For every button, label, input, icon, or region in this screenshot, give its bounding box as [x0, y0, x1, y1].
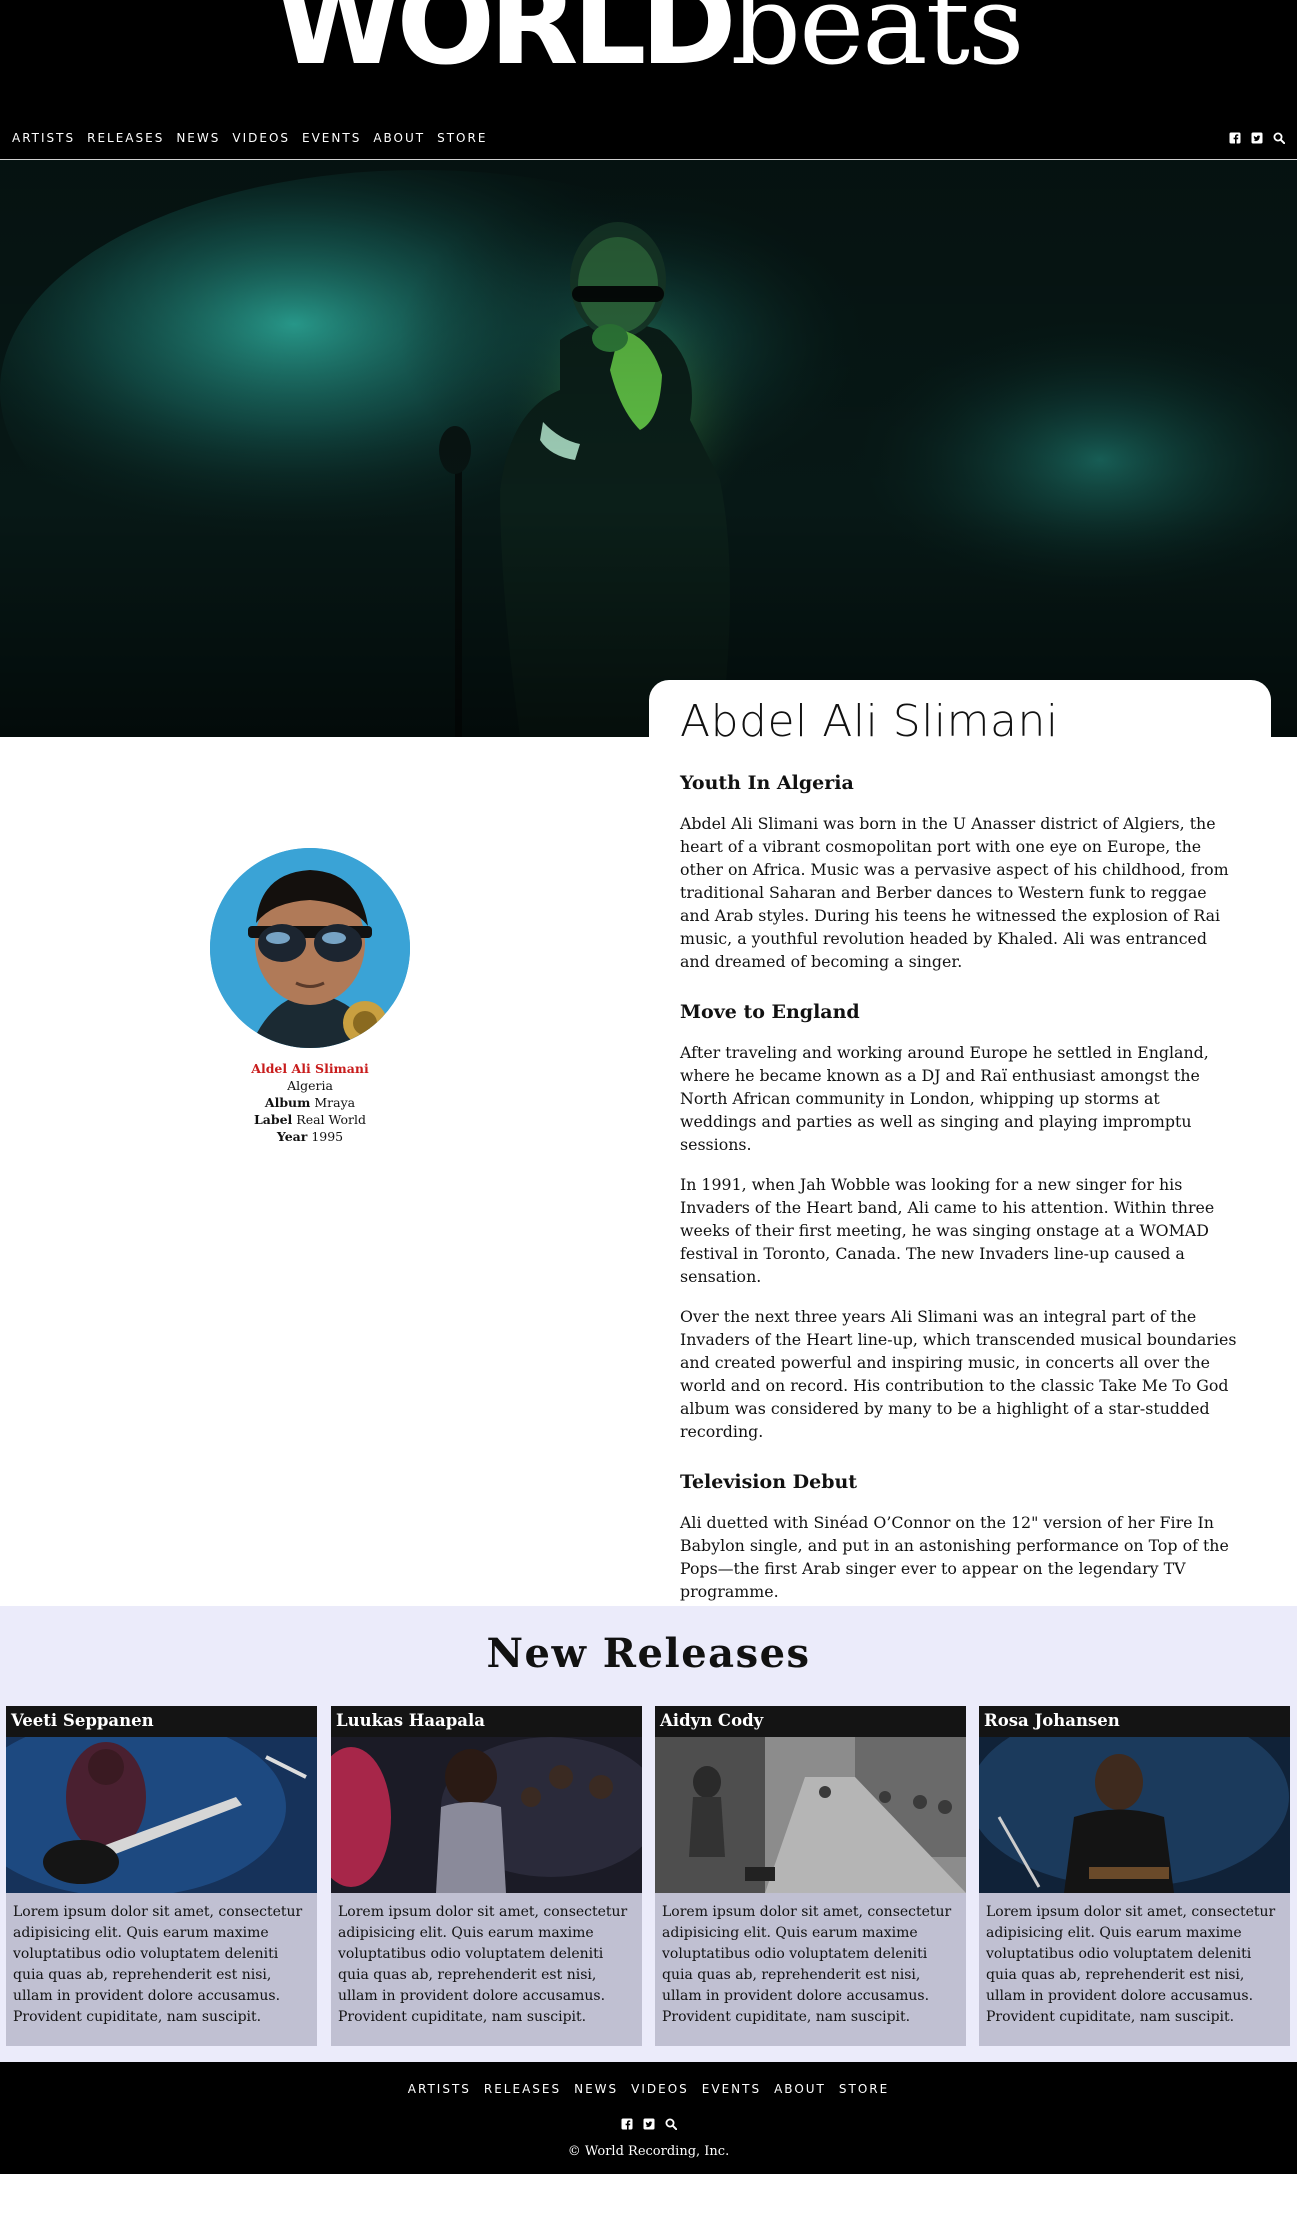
profile-label-row: Label Real World	[160, 1111, 460, 1128]
bio-paragraph: Abdel Ali Slimani was born in the U Anas…	[680, 814, 1229, 971]
footer-nav-videos[interactable]: VIDEOS	[631, 2082, 689, 2096]
release-card[interactable]: Veeti Seppanen Lorem ipsum dolor sit ame…	[6, 1706, 317, 2046]
search-icon[interactable]	[1273, 132, 1285, 144]
twitter-icon[interactable]	[1251, 132, 1263, 144]
release-image[interactable]	[331, 1737, 642, 1893]
release-image[interactable]	[979, 1737, 1290, 1893]
release-description: Lorem ipsum dolor sit amet, consectetur …	[986, 1904, 1276, 2025]
release-description: Lorem ipsum dolor sit amet, consectetur …	[662, 1904, 952, 2025]
nav-releases[interactable]: RELEASES	[87, 131, 164, 145]
search-icon[interactable]	[665, 2115, 677, 2134]
nav-artists[interactable]: ARTISTS	[12, 131, 75, 145]
artist-avatar	[210, 848, 410, 1048]
header-social	[1229, 132, 1285, 144]
release-card[interactable]: Rosa Johansen Lorem ipsum dolor sit amet…	[979, 1706, 1290, 2046]
artist-name-heading: Abdel Ali Slimani	[680, 696, 1059, 747]
release-description: Lorem ipsum dolor sit amet, consectetur …	[13, 1904, 303, 2025]
release-description: Lorem ipsum dolor sit amet, consectetur …	[338, 1904, 628, 2025]
footer-social	[0, 2115, 1297, 2134]
bio-paragraph: Over the next three years Ali Slimani wa…	[680, 1307, 1237, 1441]
profile-album-row: Album Mraya	[160, 1094, 460, 1111]
nav-videos[interactable]: VIDEOS	[232, 131, 290, 145]
nav-events[interactable]: EVENTS	[302, 131, 361, 145]
release-card[interactable]: Aidyn Cody Lorem ipsum dolor sit amet, c…	[655, 1706, 966, 2046]
profile-year-row: Year 1995	[160, 1128, 460, 1145]
site-header: WORLDbeats ARTISTS RELEASES NEWS VIDEOS …	[0, 0, 1297, 160]
section-heading-youth: Youth In Algeria	[680, 772, 854, 794]
release-artist-name[interactable]: Veeti Seppanen	[11, 1711, 154, 1730]
main-nav: ARTISTS RELEASES NEWS VIDEOS EVENTS ABOU…	[12, 131, 487, 145]
new-releases-title: New Releases	[486, 1630, 811, 1677]
nav-store[interactable]: STORE	[437, 131, 487, 145]
nav-news[interactable]: NEWS	[176, 131, 220, 145]
copyright-text: © World Recording, Inc.	[567, 2144, 730, 2159]
footer-nav-store[interactable]: STORE	[839, 2082, 889, 2096]
footer-nav-events[interactable]: EVENTS	[702, 2082, 761, 2096]
logo-light-text: beats	[730, 0, 1025, 89]
section-heading-tv: Television Debut	[680, 1471, 858, 1493]
footer-nav-releases[interactable]: RELEASES	[484, 2082, 561, 2096]
site-logo[interactable]: WORLDbeats	[0, 0, 1297, 82]
facebook-icon[interactable]	[1229, 132, 1241, 144]
footer-nav-artists[interactable]: ARTISTS	[408, 2082, 471, 2096]
logo-bold-text: WORLD	[274, 0, 737, 91]
bio-paragraph: In 1991, when Jah Wobble was looking for…	[680, 1175, 1215, 1286]
year-label: Year	[276, 1129, 308, 1144]
label-value: Real World	[296, 1112, 367, 1127]
artist-profile: Aldel Ali Slimani Algeria Album Mraya La…	[160, 1060, 460, 1145]
bio-paragraph: After traveling and working around Europ…	[680, 1043, 1209, 1154]
footer-nav-news[interactable]: NEWS	[574, 2082, 618, 2096]
album-label: Album	[264, 1095, 311, 1110]
section-heading-england: Move to England	[680, 1001, 860, 1023]
site-footer: ARTISTS RELEASES NEWS VIDEOS EVENTS ABOU…	[0, 2062, 1297, 2174]
release-artist-name[interactable]: Rosa Johansen	[984, 1711, 1120, 1730]
twitter-icon[interactable]	[643, 2115, 655, 2134]
release-image[interactable]	[655, 1737, 966, 1893]
label-label: Label	[253, 1112, 293, 1127]
release-image[interactable]	[6, 1737, 317, 1893]
hero-image	[0, 160, 1297, 737]
profile-country: Algeria	[287, 1078, 333, 1093]
main-navbar: ARTISTS RELEASES NEWS VIDEOS EVENTS ABOU…	[0, 128, 1297, 160]
year-value: 1995	[311, 1129, 344, 1144]
footer-nav: ARTISTS RELEASES NEWS VIDEOS EVENTS ABOU…	[0, 2082, 1297, 2096]
release-artist-name[interactable]: Luukas Haapala	[336, 1711, 485, 1730]
artist-biography: Youth In Algeria Abdel Ali Slimani was b…	[680, 772, 1240, 1620]
album-value: Mraya	[314, 1095, 356, 1110]
bio-paragraph: Ali duetted with Sinéad O’Connor on the …	[680, 1513, 1229, 1601]
profile-name[interactable]: Aldel Ali Slimani	[160, 1060, 460, 1077]
facebook-icon[interactable]	[621, 2115, 633, 2134]
release-artist-name[interactable]: Aidyn Cody	[660, 1711, 763, 1730]
nav-about[interactable]: ABOUT	[373, 131, 425, 145]
footer-nav-about[interactable]: ABOUT	[774, 2082, 826, 2096]
release-card[interactable]: Luukas Haapala Lorem ipsum dolor sit ame…	[331, 1706, 642, 2046]
